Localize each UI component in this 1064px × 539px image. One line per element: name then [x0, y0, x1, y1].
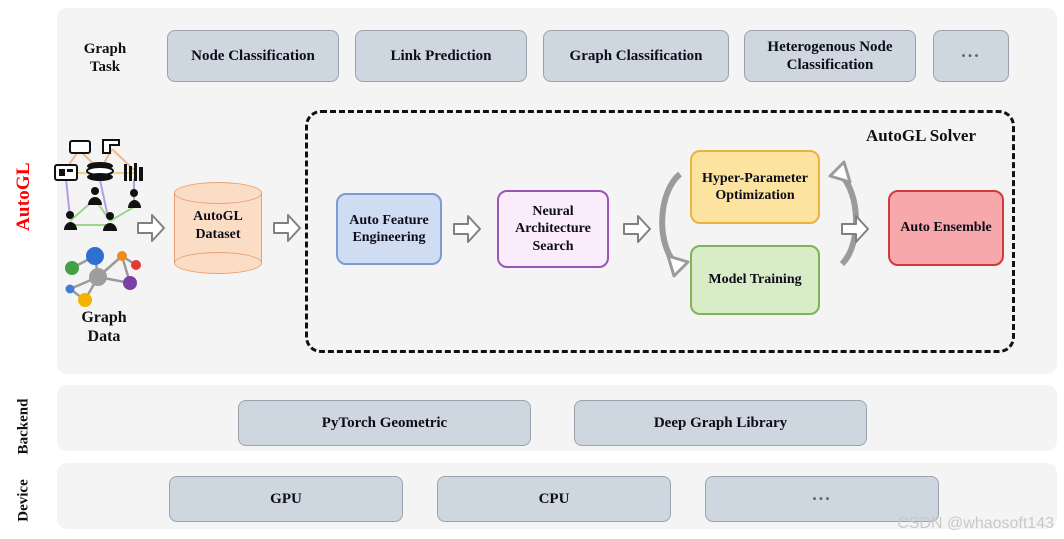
- backend-pytorch-geometric-label: PyTorch Geometric: [321, 415, 448, 431]
- task-more-label: ...: [961, 41, 981, 62]
- stage-auto-ensemble[interactable]: Auto Ensemble: [888, 190, 1004, 266]
- autogl-solver-title: AutoGL Solver: [865, 126, 976, 145]
- graph-data-caption-line1: Graph: [81, 309, 127, 326]
- arrow-graph-to-dataset: [137, 214, 165, 242]
- task-node-classification[interactable]: Node Classification: [167, 30, 339, 82]
- stage-auto-feature-engineering[interactable]: Auto Feature Engineering: [336, 193, 442, 265]
- autogl-dataset-label: AutoGL Dataset: [174, 208, 262, 243]
- cylinder-top: [174, 182, 262, 204]
- device-gpu[interactable]: GPU: [169, 476, 403, 522]
- arrow-dataset-to-solver: [273, 214, 301, 242]
- arrow-afe-to-nas: [453, 215, 481, 243]
- graph-task-caption-line2: Task: [89, 59, 121, 75]
- task-more[interactable]: ...: [933, 30, 1009, 82]
- task-graph-classification-label: Graph Classification: [569, 48, 703, 64]
- backend-deep-graph-library-label: Deep Graph Library: [653, 415, 788, 431]
- stage-hyper-parameter-optimization-label: Hyper-Parameter Optimization: [702, 170, 808, 204]
- stage-auto-feature-engineering-label: Auto Feature Engineering: [349, 212, 429, 246]
- graph-task-caption-line1: Graph: [83, 41, 127, 57]
- arrow-cycle-to-auto-ensemble: [841, 215, 869, 243]
- side-label-autogl: AutoGL: [13, 162, 34, 231]
- backend-panel: [57, 385, 1057, 451]
- watermark: CSDN @whaosoft143: [897, 515, 1054, 532]
- stage-neural-architecture-search-label: Neural Architecture Search: [515, 203, 591, 254]
- graph-data-caption: Graph Data: [62, 308, 146, 346]
- side-label-backend: Backend: [15, 398, 32, 455]
- autogl-dataset-cylinder: AutoGL Dataset: [174, 182, 262, 274]
- backend-pytorch-geometric[interactable]: PyTorch Geometric: [238, 400, 531, 446]
- device-more-label: ...: [812, 484, 832, 505]
- task-link-prediction-label: Link Prediction: [390, 48, 492, 64]
- task-node-classification-label: Node Classification: [191, 48, 315, 64]
- backend-deep-graph-library[interactable]: Deep Graph Library: [574, 400, 867, 446]
- task-graph-classification[interactable]: Graph Classification: [543, 30, 729, 82]
- task-link-prediction[interactable]: Link Prediction: [355, 30, 527, 82]
- side-label-device: Device: [15, 479, 32, 522]
- arrow-nas-to-training-cycle: [623, 215, 651, 243]
- stage-model-training[interactable]: Model Training: [690, 245, 820, 315]
- stage-neural-architecture-search[interactable]: Neural Architecture Search: [497, 190, 609, 268]
- stage-auto-ensemble-label: Auto Ensemble: [900, 220, 992, 236]
- graph-data-caption-line2: Data: [87, 328, 121, 346]
- graph-task-caption: Graph Task: [63, 40, 147, 76]
- autogl-dataset-label-line2: Dataset: [195, 226, 241, 242]
- device-cpu[interactable]: CPU: [437, 476, 671, 522]
- device-gpu-label: GPU: [270, 491, 302, 507]
- graph-icon: [65, 247, 141, 307]
- stage-model-training-label: Model Training: [708, 272, 802, 288]
- autogl-architecture-diagram: AutoGL Backend Device Graph Task Node Cl…: [0, 0, 1064, 539]
- task-heterogenous-node-classification-label: Heterogenous Node Classification: [767, 39, 893, 73]
- autogl-dataset-label-line1: AutoGL: [193, 209, 243, 224]
- task-heterogenous-node-classification[interactable]: Heterogenous Node Classification: [744, 30, 916, 82]
- cylinder-bottom: [174, 252, 262, 274]
- stage-hyper-parameter-optimization[interactable]: Hyper-Parameter Optimization: [690, 150, 820, 224]
- device-cpu-label: CPU: [538, 491, 570, 507]
